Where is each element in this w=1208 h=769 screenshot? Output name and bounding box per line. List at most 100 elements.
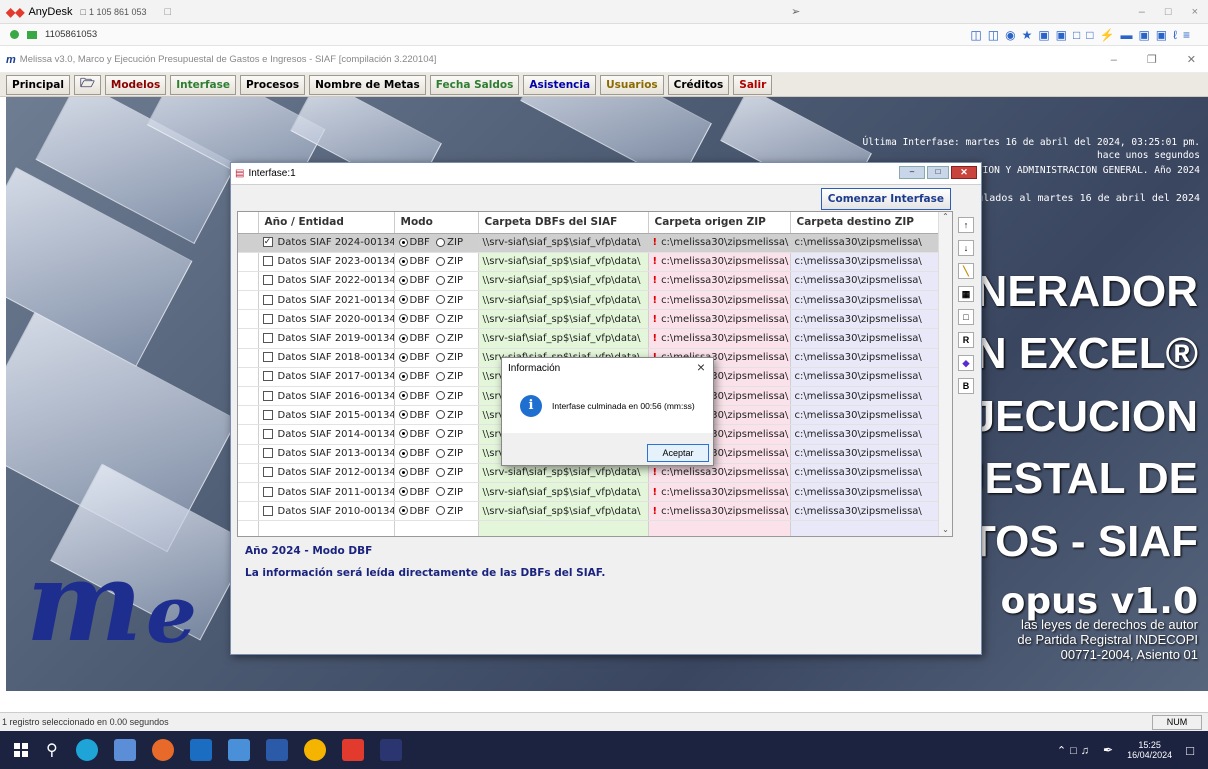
entity-cell[interactable]: Datos SIAF 2014-001346 [258, 424, 395, 445]
menu-usuarios[interactable]: Usuarios [600, 74, 664, 95]
origin-zip-cell[interactable]: !c:\melissa30\zipsmelissa\ [648, 328, 791, 349]
menu-salir[interactable]: Salir [733, 74, 773, 95]
mode-zip-radio[interactable] [436, 295, 446, 305]
mode-cell[interactable]: DBF ZIP [394, 348, 479, 368]
melissa-close-button[interactable]: ✕ [1187, 53, 1196, 66]
mode-dbf-radio[interactable] [398, 448, 408, 458]
mode-zip-radio[interactable] [436, 314, 446, 324]
dest-zip-cell[interactable]: c:\melissa30\zipsmelissa\ [790, 405, 939, 426]
clock[interactable]: 15:25 16/04/2024 [1127, 740, 1172, 760]
row-selector[interactable] [238, 252, 259, 272]
row-selector[interactable] [238, 290, 259, 311]
mode-cell[interactable]: DBF ZIP [394, 405, 479, 426]
entity-cell[interactable]: Datos SIAF 2010-001346 [258, 501, 395, 522]
column-header[interactable]: Modo [394, 212, 479, 234]
app-icon[interactable] [113, 739, 136, 761]
table-row[interactable]: Datos SIAF 2010-001346 DBF ZIP \\srv-siaf\… [238, 501, 939, 522]
anydesk-maximize-button[interactable]: □ [1165, 6, 1172, 18]
origin-zip-cell[interactable]: !c:\melissa30\zipsmelissa\ [648, 309, 791, 330]
origin-zip-cell[interactable]: !c:\melissa30\zipsmelissa\ [648, 290, 791, 311]
chrome-icon[interactable] [303, 739, 326, 761]
table-row[interactable]: Datos SIAF 2019-001346 DBF ZIP \\srv-siaf\… [238, 328, 939, 349]
table-row[interactable]: Datos SIAF 2012-001346 DBF ZIP \\srv-siaf\… [238, 463, 939, 483]
dest-zip-cell[interactable]: c:\melissa30\zipsmelissa\ [790, 328, 939, 349]
origin-zip-cell[interactable]: !c:\melissa30\zipsmelissa\ [648, 482, 791, 503]
menu-fecha-saldos[interactable]: Fecha Saldos [429, 74, 520, 95]
entity-cell[interactable]: Datos SIAF 2013-001346 [258, 444, 395, 464]
file-explorer-icon[interactable] [227, 739, 250, 761]
entity-cell[interactable]: Datos SIAF 2022-001346 [258, 271, 395, 292]
mode-cell[interactable]: DBF ZIP [394, 367, 479, 388]
mode-dbf-radio[interactable] [398, 256, 408, 266]
dest-zip-cell[interactable]: c:\melissa30\zipsmelissa\ [790, 348, 939, 368]
dbf-path-cell[interactable]: \\srv-siaf\siaf_sp$\siaf_vfp\data\ [478, 501, 649, 522]
anydesk-minimize-button[interactable]: – [1139, 6, 1145, 18]
entity-cell[interactable]: Datos SIAF 2020-001346 [258, 309, 395, 330]
entity-cell[interactable]: Datos SIAF 2017-001346 [258, 367, 395, 388]
anydesk-tab[interactable]: □ 1 105 861 053 [81, 7, 147, 17]
dbf-path-cell[interactable]: \\srv-siaf\siaf_sp$\siaf_vfp\data\ [478, 290, 649, 311]
dest-zip-cell[interactable]: c:\melissa30\zipsmelissa\ [790, 444, 939, 464]
row-checkbox[interactable] [262, 371, 273, 382]
origin-zip-cell[interactable]: !c:\melissa30\zipsmelissa\ [648, 233, 791, 253]
start-interface-button[interactable]: Comenzar Interfase [820, 188, 951, 210]
row-checkbox[interactable] [262, 390, 273, 401]
origin-zip-cell[interactable]: !c:\melissa30\zipsmelissa\ [648, 501, 791, 522]
row-selector[interactable] [238, 386, 259, 407]
table-row[interactable]: Datos SIAF 2022-001346 DBF ZIP \\srv-siaf\… [238, 271, 939, 292]
dest-zip-cell[interactable]: c:\melissa30\zipsmelissa\ [790, 233, 939, 253]
mode-zip-radio[interactable] [436, 333, 446, 343]
mode-cell[interactable]: DBF ZIP [394, 328, 479, 349]
mode-zip-radio[interactable] [436, 256, 446, 266]
word-icon[interactable] [265, 739, 288, 761]
mode-zip-radio[interactable] [436, 467, 446, 477]
row-selector[interactable] [238, 424, 259, 445]
scroll-up-icon[interactable]: ⌃ [939, 212, 952, 221]
dest-zip-cell[interactable]: c:\melissa30\zipsmelissa\ [790, 501, 939, 522]
mode-cell[interactable]: DBF ZIP [394, 233, 479, 253]
mode-dbf-radio[interactable] [398, 410, 408, 420]
mode-zip-radio[interactable] [436, 391, 446, 401]
column-header[interactable]: Año / Entidad [258, 212, 395, 234]
origin-zip-cell[interactable]: !c:\melissa30\zipsmelissa\ [648, 271, 791, 292]
mode-zip-radio[interactable] [436, 237, 446, 247]
row-checkbox[interactable] [262, 352, 273, 363]
b-button[interactable]: B [958, 378, 974, 394]
chat-icon[interactable]: □ [165, 6, 172, 18]
origin-zip-cell[interactable]: !c:\melissa30\zipsmelissa\ [648, 252, 791, 272]
accept-button[interactable]: Aceptar [647, 444, 709, 462]
row-selector[interactable] [238, 482, 259, 503]
row-checkbox[interactable] [262, 409, 273, 420]
mode-cell[interactable]: DBF ZIP [394, 386, 479, 407]
mode-cell[interactable]: DBF ZIP [394, 271, 479, 292]
mode-cell[interactable]: DBF ZIP [394, 309, 479, 330]
dbf-path-cell[interactable]: \\srv-siaf\siaf_sp$\siaf_vfp\data\ [478, 328, 649, 349]
brush-tool-button[interactable]: ╲ [958, 263, 974, 279]
mode-dbf-radio[interactable] [398, 506, 408, 516]
row-checkbox[interactable] [262, 505, 273, 516]
mode-cell[interactable]: DBF ZIP [394, 501, 479, 522]
mode-dbf-radio[interactable] [398, 487, 408, 497]
table-row-empty[interactable] [238, 520, 939, 536]
menu-principal[interactable]: Principal [6, 74, 70, 95]
dest-zip-cell[interactable]: c:\melissa30\zipsmelissa\ [790, 367, 939, 388]
firefox-icon[interactable] [151, 739, 174, 761]
mode-dbf-radio[interactable] [398, 467, 408, 477]
dbf-path-cell[interactable]: \\srv-siaf\siaf_sp$\siaf_vfp\data\ [478, 252, 649, 272]
mode-dbf-radio[interactable] [398, 371, 408, 381]
row-checkbox[interactable] [262, 256, 273, 267]
mode-zip-radio[interactable] [436, 487, 446, 497]
mode-cell[interactable]: DBF ZIP [394, 424, 479, 445]
anydesk-icon[interactable] [341, 739, 364, 761]
row-checkbox[interactable] [262, 448, 273, 459]
melissa-restore-button[interactable]: ❐ [1147, 53, 1157, 66]
mode-zip-radio[interactable] [436, 352, 446, 362]
dest-zip-cell[interactable]: c:\melissa30\zipsmelissa\ [790, 252, 939, 272]
dialog-close-button[interactable]: ✕ [951, 166, 977, 179]
origin-zip-cell[interactable]: !c:\melissa30\zipsmelissa\ [648, 463, 791, 483]
mode-zip-radio[interactable] [436, 371, 446, 381]
table-row[interactable]: Datos SIAF 2011-001346 DBF ZIP \\srv-siaf\… [238, 482, 939, 503]
dialog-minimize-button[interactable]: – [899, 166, 925, 179]
mode-dbf-radio[interactable] [398, 295, 408, 305]
dbf-path-cell[interactable]: \\srv-siaf\siaf_sp$\siaf_vfp\data\ [478, 463, 649, 483]
